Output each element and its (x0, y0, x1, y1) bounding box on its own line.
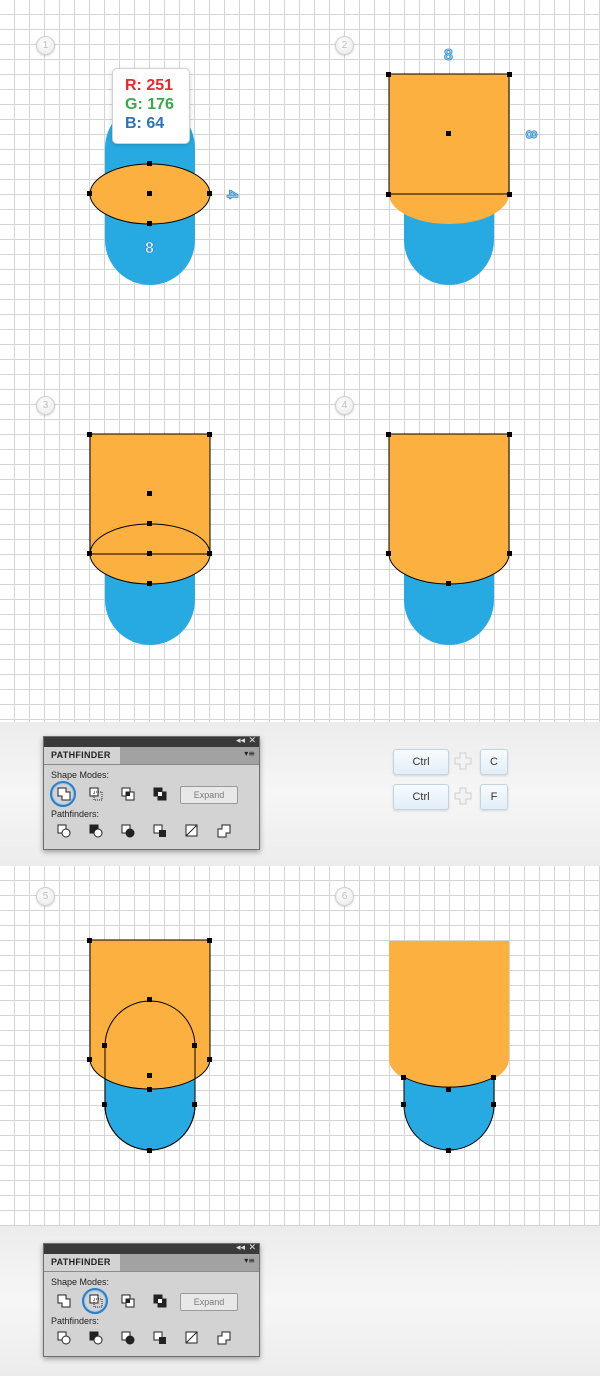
orange-shape (389, 941, 509, 1089)
rgb-color-callout: R: 251 G: 176 B: 64 (112, 68, 190, 144)
united-orange-shape (388, 433, 510, 585)
panel-tab-row: PATHFINDER (44, 747, 259, 765)
step5-artwork (87, 938, 212, 1153)
panel-tab-row: PATHFINDER (44, 1254, 259, 1272)
step2-artwork: 8 8 (386, 47, 539, 285)
illustration-steps-5-6 (87, 938, 509, 1153)
minus-front-icon[interactable] (89, 1294, 103, 1308)
intersect-icon[interactable] (121, 787, 135, 801)
panel-title-bar: ◂◂ ✕ (44, 1243, 259, 1254)
outline-icon[interactable] (185, 1331, 199, 1345)
exclude-icon[interactable] (153, 787, 167, 801)
merge-icon[interactable] (121, 824, 135, 838)
unite-icon[interactable] (57, 787, 71, 801)
plus-icon (454, 787, 472, 805)
pathfinders-label: Pathfinders: (51, 809, 100, 819)
shape-modes-label: Shape Modes: (51, 1277, 110, 1287)
step4-artwork (386, 432, 512, 645)
trim-icon[interactable] (89, 1331, 103, 1345)
panel-menu-icon[interactable]: ▾≡ (244, 1256, 255, 1265)
close-icon[interactable]: ✕ (248, 1243, 256, 1253)
shape-modes-label: Shape Modes: (51, 770, 110, 780)
double-left-arrow-icon[interactable]: ◂◂ (236, 1243, 245, 1253)
pathfinder-panel-bottom: ◂◂ ✕ PATHFINDER ▾≡ Shape Modes: Expand P… (43, 1243, 260, 1357)
step3-artwork (87, 432, 212, 645)
panel-title-bar: ◂◂ ✕ (44, 736, 259, 747)
minus-back-icon[interactable] (217, 824, 231, 838)
pathfinder-panel-top: ◂◂ ✕ PATHFINDER ▾≡ Shape Modes: Expand P… (43, 736, 260, 850)
pathfinders-label: Pathfinders: (51, 1316, 100, 1326)
plus-icon (454, 752, 472, 770)
rgb-red-value: R: 251 (125, 77, 174, 94)
tab-pathfinder[interactable]: PATHFINDER (44, 1254, 120, 1271)
expand-button[interactable]: Expand (180, 786, 238, 804)
dimension-label-step1-bottom: 8 (145, 240, 154, 257)
united-orange-shape (89, 939, 211, 1090)
minus-front-icon[interactable] (89, 787, 103, 801)
outline-icon[interactable] (185, 824, 199, 838)
key-ctrl-copy: Ctrl (393, 749, 449, 775)
rgb-blue-value: B: 64 (125, 115, 165, 132)
key-f: F (480, 784, 508, 810)
close-icon[interactable]: ✕ (248, 736, 256, 746)
double-left-arrow-icon[interactable]: ◂◂ (236, 736, 245, 746)
crop-icon[interactable] (153, 1331, 167, 1345)
dimension-label-step1-right: 4 (223, 190, 240, 199)
key-c: C (480, 749, 508, 775)
unite-icon[interactable] (57, 1294, 71, 1308)
trim-icon[interactable] (89, 824, 103, 838)
illustration-steps-1-4: 8 4 8 8 (87, 47, 539, 645)
divide-icon[interactable] (57, 1331, 71, 1345)
crop-icon[interactable] (153, 824, 167, 838)
exclude-icon[interactable] (153, 1294, 167, 1308)
minus-back-icon[interactable] (217, 1331, 231, 1345)
expand-button[interactable]: Expand (180, 1293, 238, 1311)
step6-artwork (389, 941, 509, 1153)
merge-icon[interactable] (121, 1331, 135, 1345)
dimension-label-step2-right: 8 (522, 130, 539, 139)
tab-pathfinder[interactable]: PATHFINDER (44, 747, 120, 764)
key-ctrl-paste-front: Ctrl (393, 784, 449, 810)
panel-menu-icon[interactable]: ▾≡ (244, 749, 255, 758)
dimension-label-step2-top: 8 (444, 47, 453, 64)
rgb-green-value: G: 176 (125, 96, 174, 113)
divide-icon[interactable] (57, 824, 71, 838)
intersect-icon[interactable] (121, 1294, 135, 1308)
